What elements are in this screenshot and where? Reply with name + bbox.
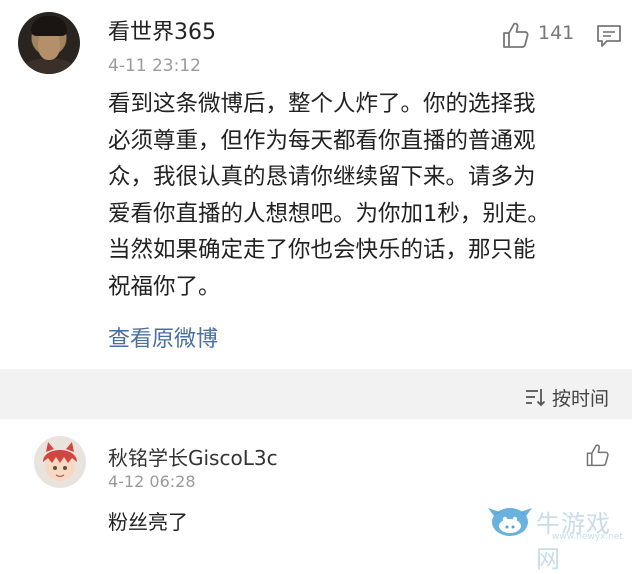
comment-icon[interactable]	[595, 22, 623, 50]
view-original-post-link[interactable]: 查看原微博	[108, 321, 218, 353]
post-like-count: 141	[538, 22, 575, 44]
thumbs-up-icon[interactable]	[500, 20, 530, 50]
post-body-line: 看到这条微博后，整个人炸了。你的选择我	[108, 91, 536, 117]
thumbs-up-icon[interactable]	[584, 442, 610, 468]
watermark-url: www.newyx.net	[552, 532, 624, 542]
original-post: 看世界365 4-11 23:12 141 看到这条微博后，整个人炸了。你的选择…	[0, 0, 632, 370]
sort-label: 按时间	[552, 387, 610, 410]
comment-text: 粉丝亮了	[108, 510, 188, 534]
post-body-line: 当然如果确定走了你也会快乐的话，那只能	[108, 237, 536, 264]
sort-icon	[526, 389, 546, 407]
sort-by-time-button[interactable]: 按时间	[524, 384, 609, 410]
comment-timestamp: 4-12 06:28	[108, 472, 196, 491]
post-body-line: 众，我很认真的恳请你继续留下来。请多为	[108, 164, 536, 191]
post-timestamp: 4-11 23:12	[108, 56, 201, 76]
post-author-avatar[interactable]	[18, 12, 80, 74]
commenter-avatar[interactable]	[34, 436, 86, 488]
post-author-name[interactable]: 看世界365	[108, 14, 216, 46]
post-body-line: 必须尊重，但作为每天都看你直播的普通观	[108, 127, 536, 154]
post-body-line: 祝福你了。	[108, 273, 221, 300]
commenter-name[interactable]: 秋铭学长GiscoL3c	[108, 442, 278, 471]
post-body: 看到这条微博后，整个人炸了。你的选择我 必须尊重，但作为每天都看你直播的普通观 …	[108, 86, 608, 306]
post-body-line: 爱看你直播的人想想吧。为你加1秒，别走。	[108, 200, 550, 227]
